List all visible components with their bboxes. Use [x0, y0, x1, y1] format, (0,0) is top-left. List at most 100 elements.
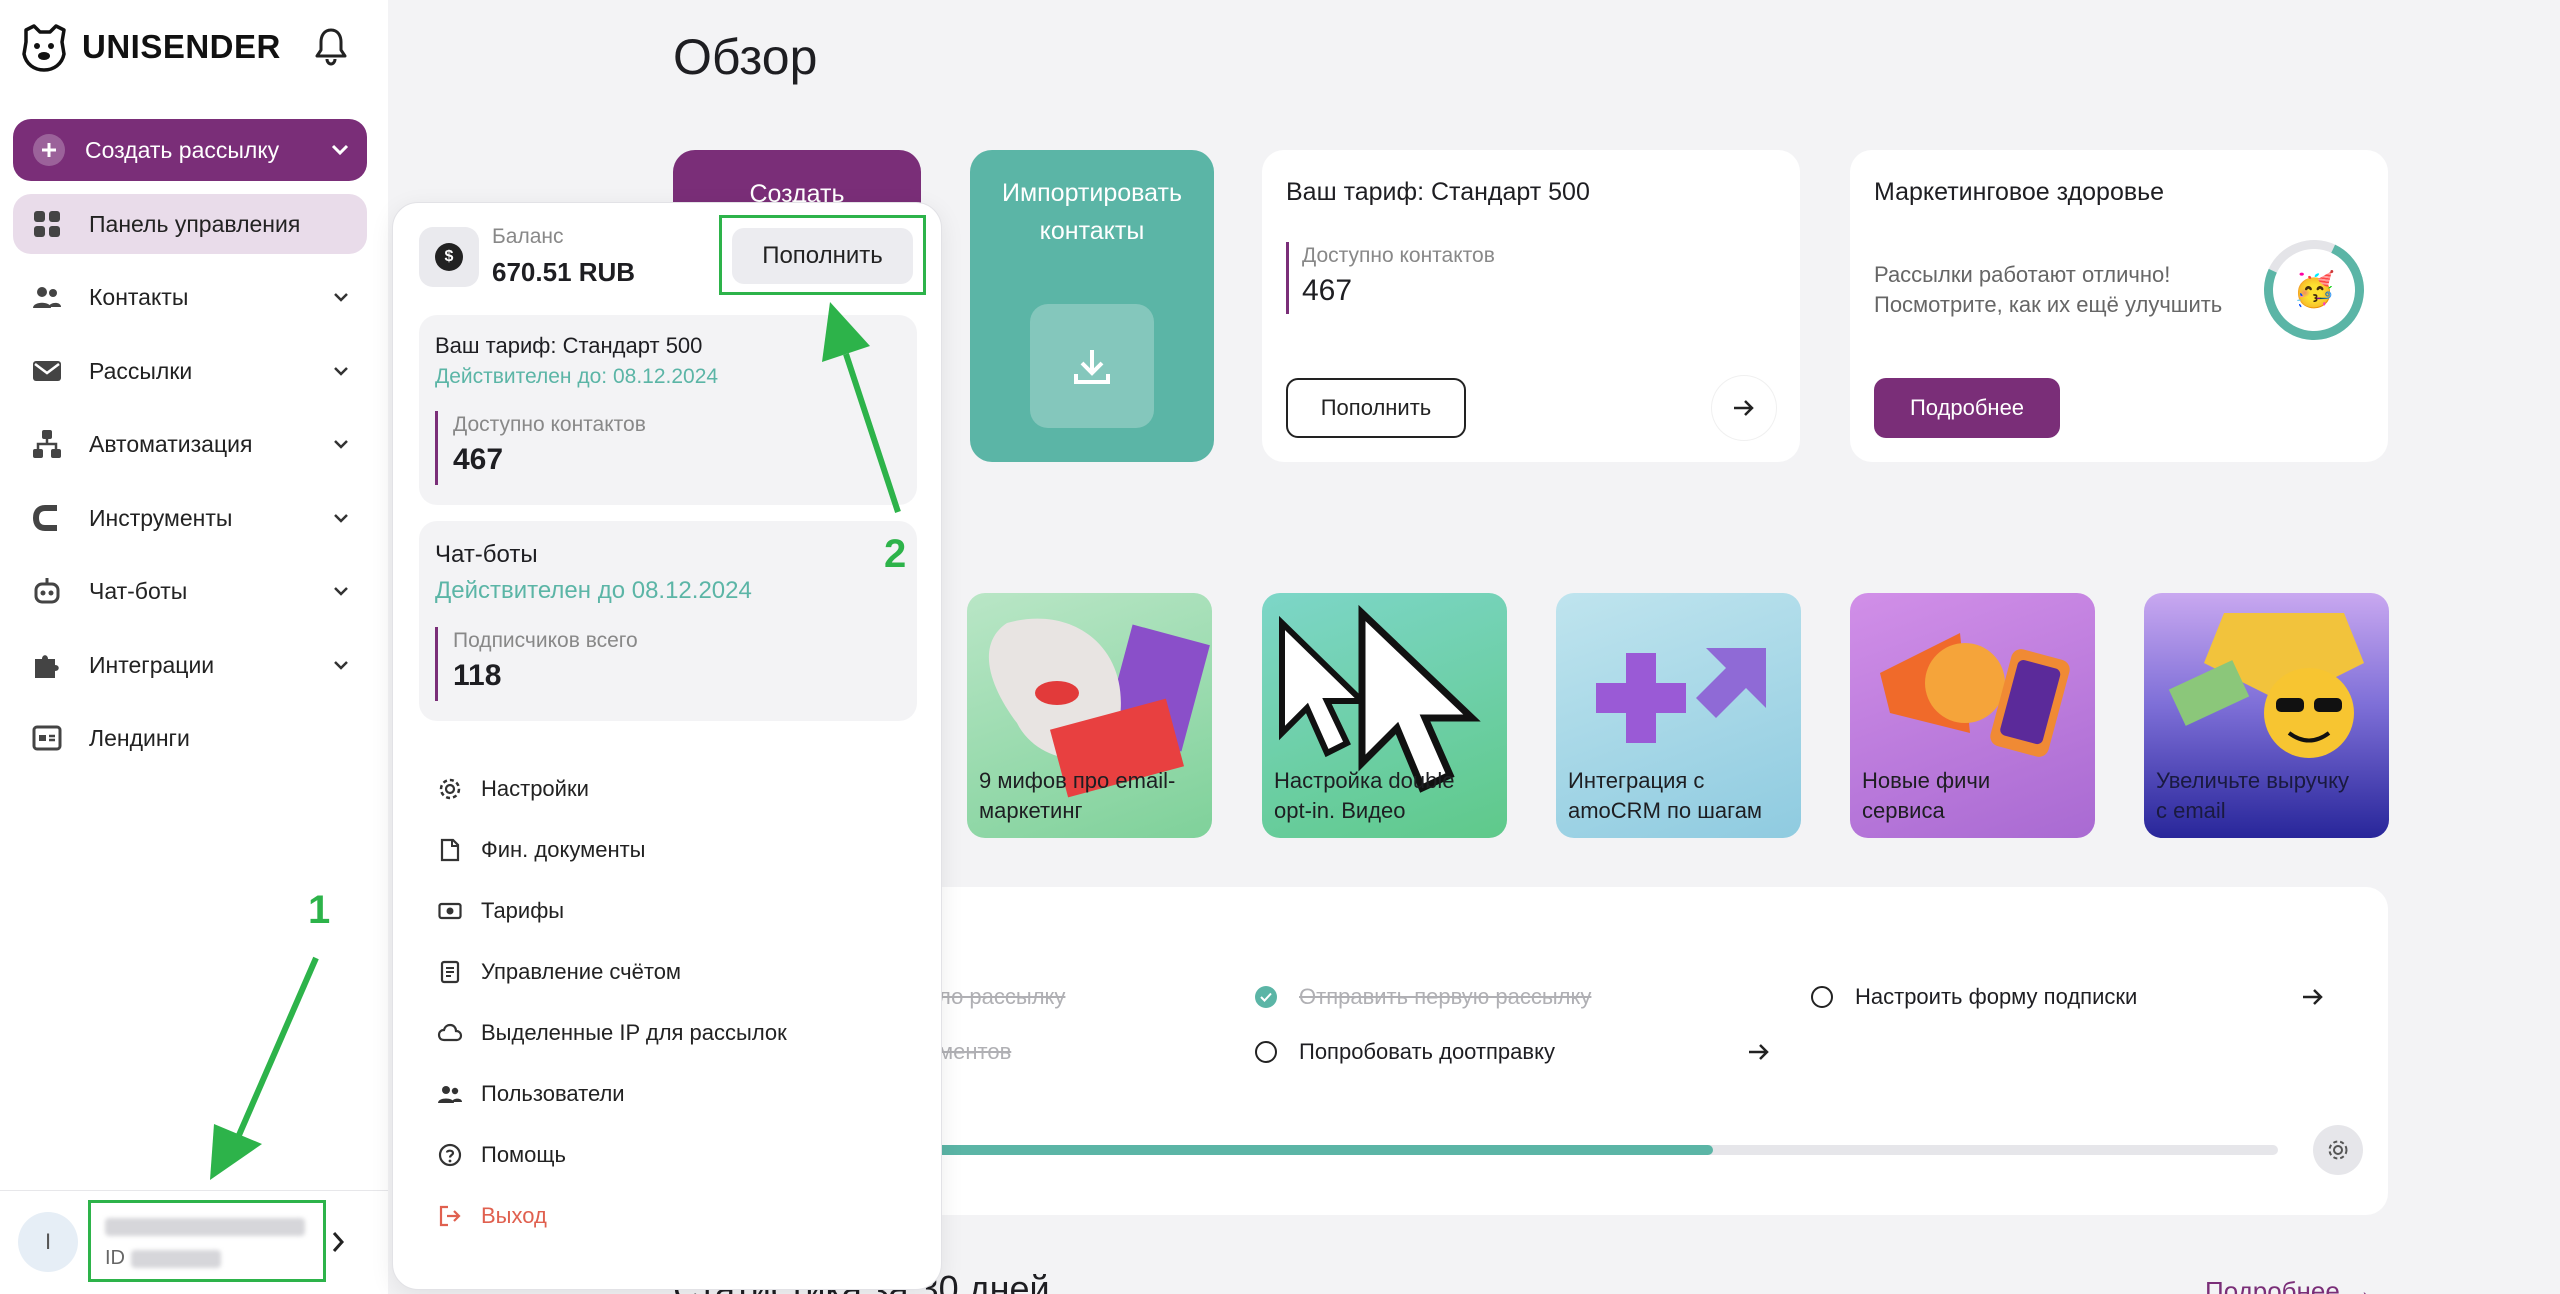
article-tile[interactable]: Настройка double opt-in. Видео	[1262, 593, 1507, 838]
stats-more-link[interactable]: Подробнее →	[2205, 1276, 2373, 1294]
task-item[interactable]: Попробовать доотправку	[1255, 1039, 1555, 1065]
article-tile[interactable]: 9 мифов про email-маркетинг	[967, 593, 1212, 838]
menu-item-help[interactable]: Помощь	[437, 1135, 566, 1175]
sidebar-item-label: Интеграции	[89, 651, 215, 678]
tile-label-line: Новые фичи	[1862, 768, 1991, 793]
menu-item-logout[interactable]: Выход	[437, 1196, 547, 1236]
sidebar-item-integrations[interactable]: Интеграции	[13, 635, 367, 695]
subscribers-value: 118	[453, 659, 502, 692]
tile-label-line: opt-in. Видео	[1274, 798, 1406, 823]
tile-label: Увеличьте выручку с email	[2156, 766, 2349, 826]
settings-gear-icon[interactable]	[2313, 1125, 2363, 1175]
progress-fill	[933, 1145, 1714, 1155]
arrow-right-icon[interactable]	[2301, 987, 2325, 1007]
menu-item-label: Выход	[481, 1203, 547, 1228]
sidebar-item-chatbots[interactable]: Чат-боты	[13, 561, 367, 621]
stats-more-label: Подробнее	[2205, 1276, 2340, 1294]
tile-label-line: Увеличьте выручку	[2156, 768, 2350, 793]
menu-item-label: Помощь	[481, 1142, 566, 1167]
chatbots-valid-until: Действителен до 08.12.2024	[435, 577, 752, 604]
annotation-step-1: 1	[308, 888, 331, 932]
create-campaign-button[interactable]: Создать рассылку	[13, 119, 367, 181]
sidebar-item-dashboard[interactable]: Панель управления	[13, 194, 367, 254]
import-contacts-card[interactable]: Импортировать контакты	[970, 150, 1214, 462]
menu-item-label: Управление счётом	[481, 959, 682, 984]
account-menu-trigger[interactable]: I ID	[0, 1190, 388, 1294]
accent-line	[435, 627, 438, 701]
topup-balance-button[interactable]: Пополнить	[732, 228, 913, 284]
sidebar-item-label: Чат-боты	[89, 577, 188, 604]
task-label: Отправить первую рассылку	[1299, 984, 1592, 1009]
health-text-line: Посмотрите, как их ещё улучшить	[1874, 292, 2223, 317]
marketing-health-card: Маркетинговое здоровье Рассылки работают…	[1850, 150, 2388, 462]
tariff-valid-until: Действителен до: 08.12.2024	[435, 365, 719, 388]
arrow-right-icon[interactable]	[1712, 376, 1776, 440]
automation-tree-icon	[33, 430, 61, 458]
menu-item-account-management[interactable]: Управление счётом	[437, 952, 681, 992]
more-details-button[interactable]: Подробнее	[1874, 378, 2060, 438]
notifications-bell-icon[interactable]	[312, 26, 350, 66]
balance-coin-icon: $	[419, 227, 479, 287]
sidebar-item-contacts[interactable]: Контакты	[13, 267, 367, 327]
task-item-done: Отправить первую рассылку	[1255, 984, 1591, 1010]
sidebar-item-automation[interactable]: Автоматизация	[13, 414, 367, 474]
menu-item-label: Тарифы	[481, 898, 565, 923]
puzzle-icon	[35, 655, 59, 678]
health-title: Маркетинговое здоровье	[1874, 178, 2165, 206]
topup-button[interactable]: Пополнить	[1286, 378, 1466, 438]
account-popup-menu: $ Баланс 670.51 RUB Пополнить Ваш тариф:…	[392, 202, 942, 1290]
health-description: Рассылки работают отлично! Посмотрите, к…	[1874, 260, 2222, 320]
tile-label-line: Настройка double	[1274, 768, 1455, 793]
contacts-label: Доступно контактов	[1302, 244, 1495, 267]
tile-label-line: Интеграция с	[1568, 768, 1705, 793]
chevron-down-icon	[334, 367, 348, 376]
users-icon	[437, 1081, 463, 1107]
ledger-icon	[437, 959, 463, 985]
sidebar-item-landings[interactable]: Лендинги	[13, 708, 367, 768]
health-text-line: Рассылки работают отлично!	[1874, 262, 2171, 287]
accent-line	[435, 411, 438, 485]
menu-item-users[interactable]: Пользователи	[437, 1074, 625, 1114]
sidebar-item-label: Автоматизация	[89, 430, 253, 457]
menu-item-financial-documents[interactable]: Фин. документы	[437, 830, 645, 870]
download-icon	[1030, 304, 1154, 428]
task-label: Попробовать доотправку	[1299, 1039, 1555, 1064]
document-icon	[437, 837, 463, 863]
menu-item-label: Выделенные IP для рассылок	[481, 1020, 787, 1045]
pending-circle-icon	[1811, 986, 1833, 1008]
article-tile[interactable]: Увеличьте выручку с email	[2144, 593, 2389, 838]
menu-item-tariffs[interactable]: Тарифы	[437, 891, 564, 931]
article-tile[interactable]: Новые фичи сервиса	[1850, 593, 2095, 838]
menu-item-settings[interactable]: Настройки	[437, 769, 589, 809]
check-circle-icon	[1255, 986, 1277, 1008]
chevron-right-icon	[332, 1232, 345, 1252]
article-tile[interactable]: Интеграция с amoCRM по шагам	[1556, 593, 1801, 838]
logout-icon	[437, 1203, 463, 1229]
task-label: ло рассылку	[938, 984, 1066, 1009]
tile-label-line: сервиса	[1862, 798, 1945, 823]
chevron-down-icon	[331, 144, 349, 156]
menu-item-label: Фин. документы	[481, 837, 646, 862]
sidebar-item-label: Контакты	[89, 283, 189, 310]
sidebar-item-tools[interactable]: Инструменты	[13, 488, 367, 548]
chatbots-title: Чат-боты	[435, 541, 538, 568]
contacts-label: Доступно контактов	[453, 413, 646, 436]
tile-label-line: маркетинг	[979, 798, 1083, 823]
sidebar-item-label: Рассылки	[89, 357, 193, 384]
sidebar-item-campaigns[interactable]: Рассылки	[13, 341, 367, 401]
task-item[interactable]: Настроить форму подписки	[1811, 984, 2137, 1010]
chevron-down-icon	[334, 587, 348, 596]
tariff-title: Ваш тариф: Стандарт 500	[435, 333, 703, 358]
avatar: I	[18, 1212, 78, 1272]
tile-label: 9 мифов про email-маркетинг	[979, 766, 1175, 826]
tile-label-line: 9 мифов про email-	[979, 768, 1176, 793]
user-email-redacted	[105, 1215, 305, 1238]
chatbots-info-block: Чат-боты Действителен до 08.12.2024 Подп…	[419, 521, 917, 721]
landing-page-icon	[32, 725, 62, 751]
pending-circle-icon	[1255, 1041, 1277, 1063]
plus-icon	[33, 134, 65, 166]
tile-label: Интеграция с amoCRM по шагам	[1568, 766, 1762, 826]
menu-item-dedicated-ip[interactable]: Выделенные IP для рассылок	[437, 1013, 787, 1053]
annotation-highlight-box: ID	[88, 1200, 326, 1282]
arrow-right-icon[interactable]	[1747, 1042, 1771, 1062]
